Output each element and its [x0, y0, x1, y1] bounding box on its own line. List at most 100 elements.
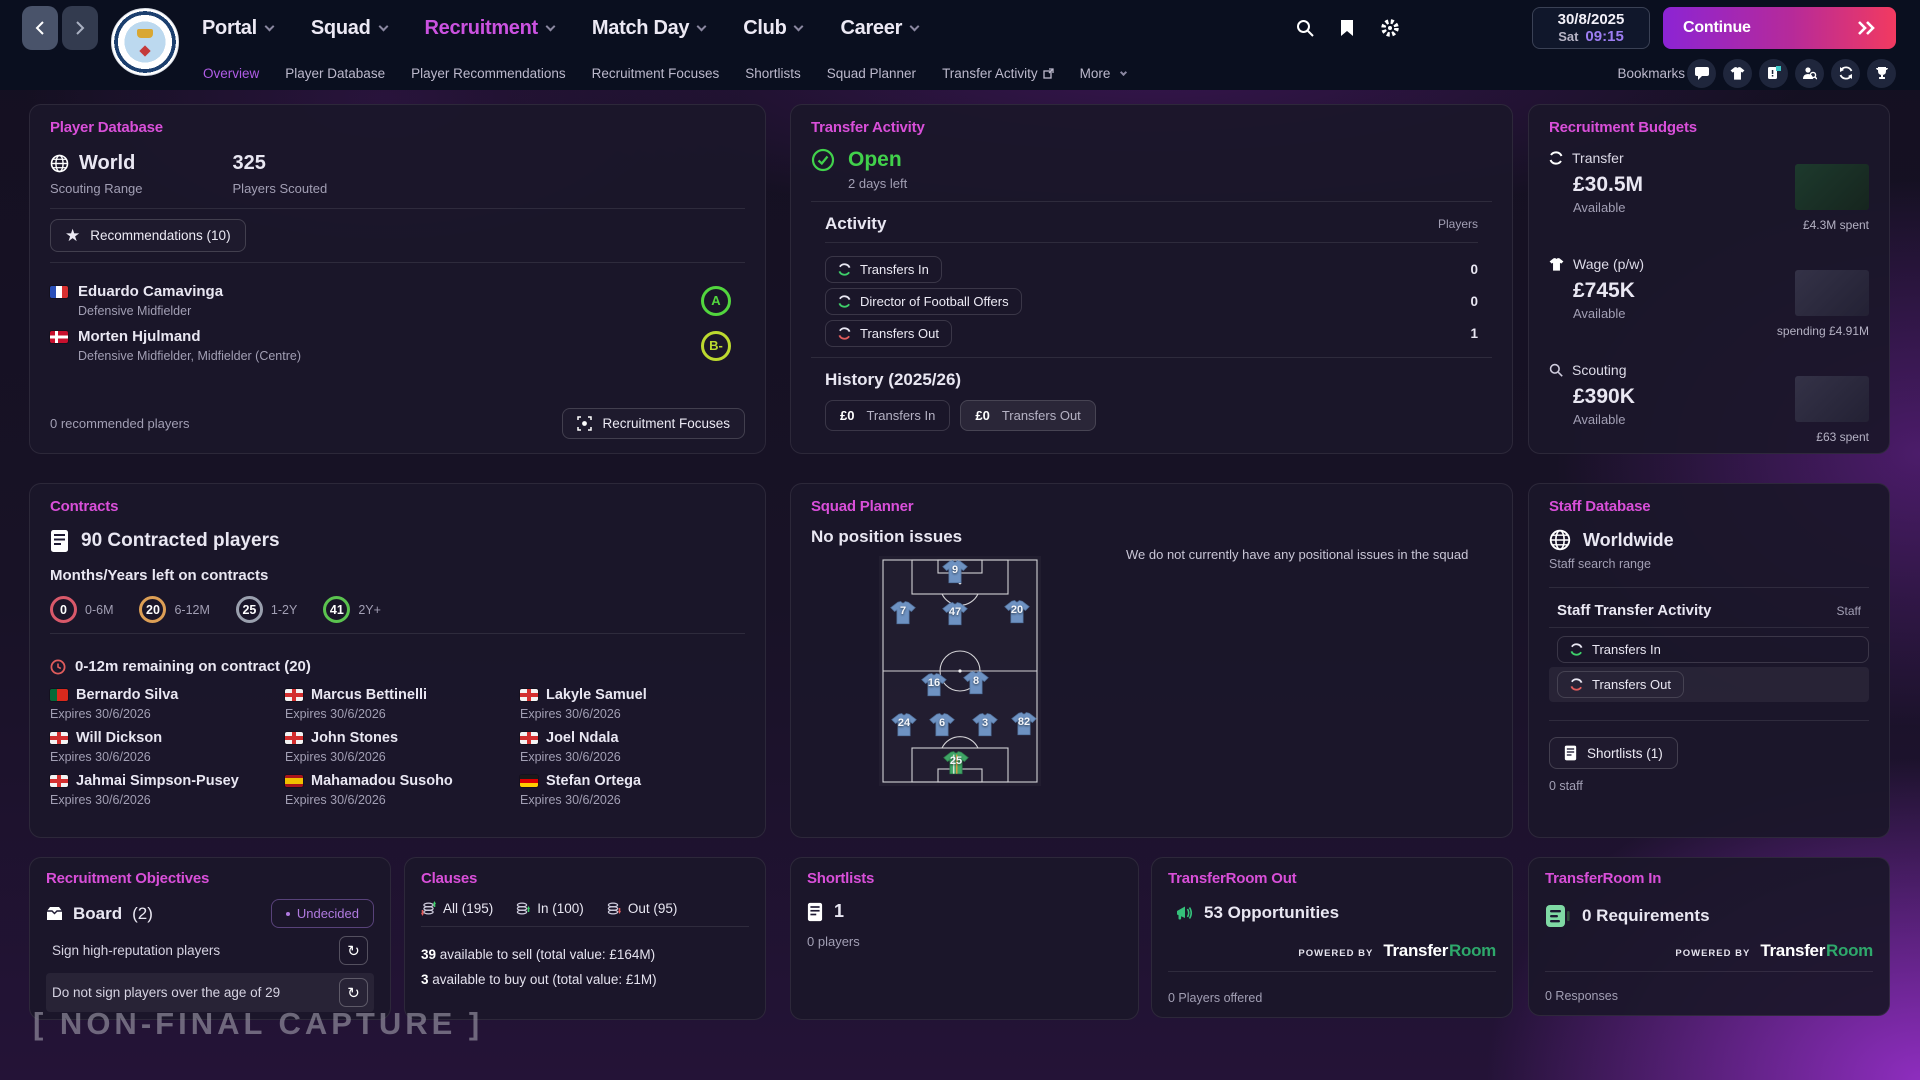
expiring-player[interactable]: Mahamadou SusohoExpires 30/6/2026: [285, 773, 510, 807]
formation-shirt[interactable]: 82: [1011, 712, 1037, 736]
recruitment-focuses-button[interactable]: Recruitment Focuses: [562, 408, 745, 439]
tab-more[interactable]: More: [1080, 66, 1127, 81]
staff-shortlists-button[interactable]: Shortlists (1): [1549, 737, 1678, 769]
search-icon[interactable]: [1296, 19, 1314, 37]
clauses-filter-all[interactable]: All (195): [421, 901, 493, 916]
tab-transfer-activity[interactable]: Transfer Activity: [942, 66, 1054, 81]
wage-budget-section[interactable]: Wage (p/w) £745K Available spending £4.9…: [1549, 256, 1869, 338]
recommended-player-row[interactable]: Morten Hjulmand Defensive Midfielder, Mi…: [50, 328, 745, 363]
competitions-button[interactable]: [1867, 59, 1896, 88]
nav-recruitment[interactable]: Recruitment: [425, 17, 554, 40]
nav-portal[interactable]: Portal: [202, 17, 273, 40]
responses-note: 0 Responses: [1545, 989, 1873, 1003]
scouting-button[interactable]: [1795, 59, 1824, 88]
players-offered-note: 0 Players offered: [1168, 991, 1496, 1005]
bucket-2y-plus[interactable]: 412Y+: [323, 596, 381, 623]
sync-button[interactable]: [1831, 59, 1860, 88]
trophy-icon: [1875, 66, 1889, 80]
history-transfers-out-button[interactable]: £0 Transfers Out: [960, 400, 1095, 431]
reports-button[interactable]: [1759, 59, 1788, 88]
continue-button[interactable]: Continue: [1663, 7, 1896, 49]
expiring-player[interactable]: Stefan OrtegaExpires 30/6/2026: [520, 773, 745, 807]
objective-history-button[interactable]: ↻: [339, 978, 368, 1007]
nav-club[interactable]: Club: [743, 17, 802, 40]
formation-shirt-goalkeeper[interactable]: 25: [943, 751, 969, 775]
back-button[interactable]: [22, 6, 58, 50]
divider: [811, 201, 1492, 202]
gear-icon[interactable]: [1380, 18, 1400, 38]
inbox-chat-button[interactable]: [1687, 59, 1716, 88]
transfers-out-button[interactable]: Transfers Out: [825, 320, 952, 347]
jersey-icon: [1730, 67, 1745, 80]
club-crest-manchester-city[interactable]: [111, 8, 179, 76]
shortlists-players-note: 0 players: [807, 934, 1122, 949]
divider: [1168, 971, 1496, 972]
tab-squad-planner[interactable]: Squad Planner: [827, 66, 916, 81]
tab-overview[interactable]: Overview: [203, 66, 259, 81]
transfers-in-button[interactable]: Transfers In: [825, 256, 942, 283]
bookmark-icon[interactable]: [1340, 19, 1354, 37]
forward-button[interactable]: [62, 6, 98, 50]
dof-offers-button[interactable]: Director of Football Offers: [825, 288, 1022, 315]
opportunities-row[interactable]: 53 Opportunities: [1176, 903, 1496, 923]
nav-match-day[interactable]: Match Day: [592, 17, 705, 40]
tab-recruitment-focuses[interactable]: Recruitment Focuses: [592, 66, 720, 81]
chevron-down-icon: [697, 21, 707, 31]
bookmarks-menu[interactable]: Bookmarks: [1617, 56, 1696, 90]
transfer-budget-section[interactable]: Transfer £30.5M Available £4.3M spent: [1549, 150, 1869, 232]
quick-icons: [1687, 58, 1896, 88]
formation-shirt[interactable]: 3: [972, 713, 998, 737]
expiring-player[interactable]: Will DicksonExpires 30/6/2026: [50, 730, 275, 764]
expiring-player[interactable]: Jahmai Simpson-PuseyExpires 30/6/2026: [50, 773, 275, 807]
powered-by-transferroom: POWERED BY TransferRoom: [1545, 941, 1873, 961]
divider: [421, 926, 749, 927]
expiring-player[interactable]: Bernardo SilvaExpires 30/6/2026: [50, 687, 275, 721]
recommended-player-row[interactable]: Eduardo Camavinga Defensive Midfielder A: [50, 283, 745, 318]
panel-title: Recruitment Objectives: [46, 870, 374, 887]
game-date-time[interactable]: 30/8/2025 Sat09:15: [1532, 7, 1650, 49]
bucket-1-2y[interactable]: 251-2Y: [236, 596, 297, 623]
panel-title: Player Database: [50, 119, 745, 136]
formation-shirt[interactable]: 7: [890, 601, 916, 625]
nav-squad[interactable]: Squad: [311, 17, 387, 40]
expiring-player[interactable]: Marcus BettinelliExpires 30/6/2026: [285, 687, 510, 721]
contracted-players-headline: 90 Contracted players: [50, 529, 745, 553]
requirements-row[interactable]: 0 Requirements: [1545, 903, 1873, 929]
nav-career[interactable]: Career: [840, 17, 918, 40]
recommendations-button[interactable]: ★ Recommendations (10): [50, 219, 246, 252]
budget-value: £30.5M: [1573, 173, 1643, 197]
history-transfers-in-button[interactable]: £0 Transfers In: [825, 400, 950, 431]
objective-row[interactable]: Sign high-reputation players ↻: [46, 931, 374, 970]
formation-shirt[interactable]: 9: [942, 560, 968, 584]
squad-button[interactable]: [1723, 59, 1752, 88]
clauses-filter-out[interactable]: Out (95): [606, 901, 678, 916]
transfers-in-count: 0: [1470, 262, 1478, 277]
tab-shortlists[interactable]: Shortlists: [745, 66, 801, 81]
expiring-player[interactable]: Lakyle SamuelExpires 30/6/2026: [520, 687, 745, 721]
shortlist-icon: [1564, 745, 1577, 761]
bucket-0-6m[interactable]: 00-6M: [50, 596, 113, 623]
expiring-player[interactable]: John StonesExpires 30/6/2026: [285, 730, 510, 764]
formation-shirt[interactable]: 47: [942, 602, 968, 626]
staff-transfers-out-button[interactable]: Transfers Out: [1557, 671, 1684, 698]
formation-shirt[interactable]: 20: [1004, 600, 1030, 624]
bucket-6-12m[interactable]: 206-12M: [139, 596, 209, 623]
objective-history-button[interactable]: ↻: [339, 936, 368, 965]
expiring-player[interactable]: Joel NdalaExpires 30/6/2026: [520, 730, 745, 764]
budget-sub: Available: [1573, 200, 1643, 215]
staff-transfers-in-button[interactable]: Transfers In: [1557, 636, 1869, 663]
formation-shirt[interactable]: 8: [963, 671, 989, 695]
tab-player-database[interactable]: Player Database: [285, 66, 385, 81]
formation-shirt[interactable]: 24: [891, 713, 917, 737]
crest-ship: [137, 29, 153, 38]
transferroom-out-panel: TransferRoom Out 53 Opportunities POWERE…: [1151, 857, 1513, 1018]
formation-shirt[interactable]: 16: [921, 673, 947, 697]
player-database-panel: Player Database World Scouting Range 325…: [29, 104, 766, 454]
tab-player-recommendations[interactable]: Player Recommendations: [411, 66, 566, 81]
formation-shirt[interactable]: 6: [929, 713, 955, 737]
undecided-status-button[interactable]: Undecided: [271, 899, 374, 928]
scouting-budget-section[interactable]: Scouting £390K Available £63 spent: [1549, 362, 1869, 444]
shortlists-count-row[interactable]: 1: [807, 901, 1122, 922]
formation-pitch[interactable]: 9 7 47 20 16 8 24 6 3 82 25: [879, 556, 1041, 786]
clauses-filter-in[interactable]: In (100): [515, 901, 584, 916]
